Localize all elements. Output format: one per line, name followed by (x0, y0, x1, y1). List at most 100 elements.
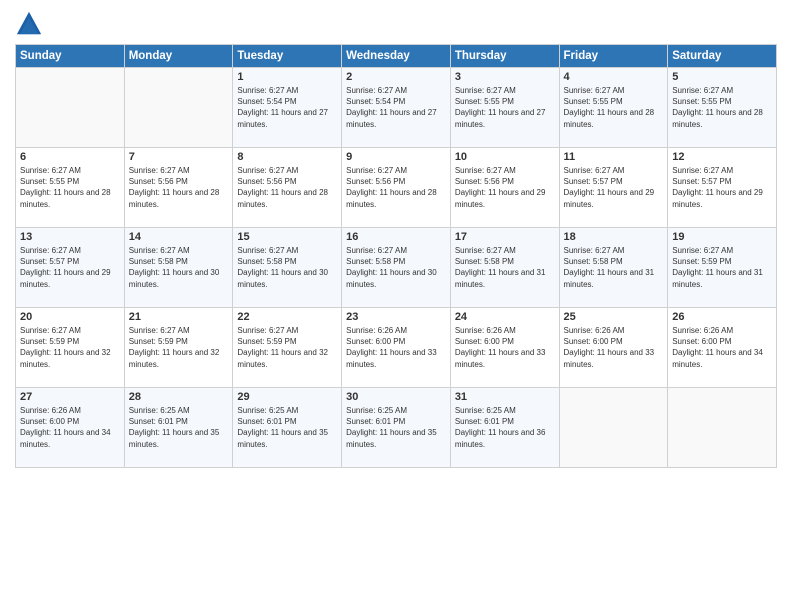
day-number: 21 (129, 311, 229, 323)
week-row-3: 13 Sunrise: 6:27 AM Sunset: 5:57 PM Dayli… (16, 228, 777, 308)
day-cell: 1 Sunrise: 6:27 AM Sunset: 5:54 PM Daylig… (233, 68, 342, 148)
day-info: Sunrise: 6:27 AM Sunset: 5:57 PM Dayligh… (672, 165, 772, 210)
day-info: Sunrise: 6:27 AM Sunset: 5:56 PM Dayligh… (129, 165, 229, 210)
day-info: Sunrise: 6:27 AM Sunset: 5:59 PM Dayligh… (237, 325, 337, 370)
day-cell: 16 Sunrise: 6:27 AM Sunset: 5:58 PM Dayli… (342, 228, 451, 308)
page: SundayMondayTuesdayWednesdayThursdayFrid… (0, 0, 792, 612)
day-cell: 2 Sunrise: 6:27 AM Sunset: 5:54 PM Daylig… (342, 68, 451, 148)
day-number: 10 (455, 151, 555, 163)
day-info: Sunrise: 6:27 AM Sunset: 5:55 PM Dayligh… (455, 85, 555, 130)
day-info: Sunrise: 6:25 AM Sunset: 6:01 PM Dayligh… (129, 405, 229, 450)
day-info: Sunrise: 6:27 AM Sunset: 5:58 PM Dayligh… (237, 245, 337, 290)
day-cell: 22 Sunrise: 6:27 AM Sunset: 5:59 PM Dayli… (233, 308, 342, 388)
day-number: 24 (455, 311, 555, 323)
day-cell: 26Sunrise: 6:26 AM Sunset: 6:00 PM Dayli… (668, 308, 777, 388)
header-cell-wednesday: Wednesday (342, 45, 451, 68)
day-cell: 12 Sunrise: 6:27 AM Sunset: 5:57 PM Dayli… (668, 148, 777, 228)
day-cell: 13 Sunrise: 6:27 AM Sunset: 5:57 PM Dayli… (16, 228, 125, 308)
day-cell: 21 Sunrise: 6:27 AM Sunset: 5:59 PM Dayli… (124, 308, 233, 388)
day-cell: 6 Sunrise: 6:27 AM Sunset: 5:55 PM Daylig… (16, 148, 125, 228)
day-cell: 15 Sunrise: 6:27 AM Sunset: 5:58 PM Dayli… (233, 228, 342, 308)
day-cell: 28 Sunrise: 6:25 AM Sunset: 6:01 PM Dayli… (124, 388, 233, 468)
header-cell-sunday: Sunday (16, 45, 125, 68)
day-cell: 31 Sunrise: 6:25 AM Sunset: 6:01 PM Dayli… (450, 388, 559, 468)
day-info: Sunrise: 6:27 AM Sunset: 5:57 PM Dayligh… (20, 245, 120, 290)
day-info: Sunrise: 6:27 AM Sunset: 5:58 PM Dayligh… (346, 245, 446, 290)
day-cell: 5 Sunrise: 6:27 AM Sunset: 5:55 PM Daylig… (668, 68, 777, 148)
day-cell: 17 Sunrise: 6:27 AM Sunset: 5:58 PM Dayli… (450, 228, 559, 308)
day-number: 27 (20, 391, 120, 403)
day-number: 6 (20, 151, 120, 163)
header (15, 10, 777, 38)
day-cell: 24 Sunrise: 6:26 AM Sunset: 6:00 PM Dayli… (450, 308, 559, 388)
day-number: 16 (346, 231, 446, 243)
day-number: 23 (346, 311, 446, 323)
day-cell (559, 388, 668, 468)
day-cell: 25Sunrise: 6:26 AM Sunset: 6:00 PM Dayli… (559, 308, 668, 388)
day-cell: 23 Sunrise: 6:26 AM Sunset: 6:00 PM Dayli… (342, 308, 451, 388)
logo-icon (15, 10, 43, 38)
day-cell: 8Sunrise: 6:27 AM Sunset: 5:56 PM Daylig… (233, 148, 342, 228)
day-cell: 4 Sunrise: 6:27 AM Sunset: 5:55 PM Daylig… (559, 68, 668, 148)
day-number: 25 (564, 311, 664, 323)
day-info: Sunrise: 6:25 AM Sunset: 6:01 PM Dayligh… (455, 405, 555, 450)
day-cell: 14 Sunrise: 6:27 AM Sunset: 5:58 PM Dayli… (124, 228, 233, 308)
day-info: Sunrise: 6:27 AM Sunset: 5:55 PM Dayligh… (20, 165, 120, 210)
calendar-header: SundayMondayTuesdayWednesdayThursdayFrid… (16, 45, 777, 68)
day-cell: 7 Sunrise: 6:27 AM Sunset: 5:56 PM Daylig… (124, 148, 233, 228)
day-number: 17 (455, 231, 555, 243)
day-number: 9 (346, 151, 446, 163)
week-row-5: 27Sunrise: 6:26 AM Sunset: 6:00 PM Dayli… (16, 388, 777, 468)
day-cell: 10 Sunrise: 6:27 AM Sunset: 5:56 PM Dayli… (450, 148, 559, 228)
day-info: Sunrise: 6:27 AM Sunset: 5:59 PM Dayligh… (672, 245, 772, 290)
header-cell-friday: Friday (559, 45, 668, 68)
day-info: Sunrise: 6:27 AM Sunset: 5:59 PM Dayligh… (129, 325, 229, 370)
day-number: 28 (129, 391, 229, 403)
day-info: Sunrise: 6:27 AM Sunset: 5:58 PM Dayligh… (564, 245, 664, 290)
day-number: 12 (672, 151, 772, 163)
day-number: 20 (20, 311, 120, 323)
day-info: Sunrise: 6:27 AM Sunset: 5:57 PM Dayligh… (564, 165, 664, 210)
header-cell-tuesday: Tuesday (233, 45, 342, 68)
day-number: 3 (455, 71, 555, 83)
day-info: Sunrise: 6:27 AM Sunset: 5:54 PM Dayligh… (346, 85, 446, 130)
day-cell: 9 Sunrise: 6:27 AM Sunset: 5:56 PM Daylig… (342, 148, 451, 228)
day-info: Sunrise: 6:25 AM Sunset: 6:01 PM Dayligh… (237, 405, 337, 450)
day-number: 13 (20, 231, 120, 243)
day-number: 22 (237, 311, 337, 323)
day-number: 14 (129, 231, 229, 243)
day-number: 18 (564, 231, 664, 243)
day-cell: 27Sunrise: 6:26 AM Sunset: 6:00 PM Dayli… (16, 388, 125, 468)
day-number: 11 (564, 151, 664, 163)
header-row: SundayMondayTuesdayWednesdayThursdayFrid… (16, 45, 777, 68)
day-cell: 30Sunrise: 6:25 AM Sunset: 6:01 PM Dayli… (342, 388, 451, 468)
day-info: Sunrise: 6:27 AM Sunset: 5:58 PM Dayligh… (129, 245, 229, 290)
week-row-4: 20 Sunrise: 6:27 AM Sunset: 5:59 PM Dayli… (16, 308, 777, 388)
day-info: Sunrise: 6:27 AM Sunset: 5:55 PM Dayligh… (672, 85, 772, 130)
day-number: 29 (237, 391, 337, 403)
day-info: Sunrise: 6:25 AM Sunset: 6:01 PM Dayligh… (346, 405, 446, 450)
week-row-2: 6 Sunrise: 6:27 AM Sunset: 5:55 PM Daylig… (16, 148, 777, 228)
day-number: 15 (237, 231, 337, 243)
day-info: Sunrise: 6:27 AM Sunset: 5:56 PM Dayligh… (346, 165, 446, 210)
day-cell: 29 Sunrise: 6:25 AM Sunset: 6:01 PM Dayli… (233, 388, 342, 468)
day-number: 1 (237, 71, 337, 83)
day-cell: 11 Sunrise: 6:27 AM Sunset: 5:57 PM Dayli… (559, 148, 668, 228)
day-info: Sunrise: 6:26 AM Sunset: 6:00 PM Dayligh… (346, 325, 446, 370)
day-number: 31 (455, 391, 555, 403)
day-info: Sunrise: 6:27 AM Sunset: 5:58 PM Dayligh… (455, 245, 555, 290)
day-info: Sunrise: 6:27 AM Sunset: 5:54 PM Dayligh… (237, 85, 337, 130)
day-number: 5 (672, 71, 772, 83)
day-info: Sunrise: 6:27 AM Sunset: 5:59 PM Dayligh… (20, 325, 120, 370)
day-cell: 20 Sunrise: 6:27 AM Sunset: 5:59 PM Dayli… (16, 308, 125, 388)
day-info: Sunrise: 6:26 AM Sunset: 6:00 PM Dayligh… (455, 325, 555, 370)
day-number: 4 (564, 71, 664, 83)
day-number: 2 (346, 71, 446, 83)
header-cell-saturday: Saturday (668, 45, 777, 68)
day-cell: 3 Sunrise: 6:27 AM Sunset: 5:55 PM Daylig… (450, 68, 559, 148)
day-number: 19 (672, 231, 772, 243)
day-info: Sunrise: 6:27 AM Sunset: 5:56 PM Dayligh… (455, 165, 555, 210)
day-number: 7 (129, 151, 229, 163)
day-number: 8 (237, 151, 337, 163)
day-info: Sunrise: 6:27 AM Sunset: 5:55 PM Dayligh… (564, 85, 664, 130)
